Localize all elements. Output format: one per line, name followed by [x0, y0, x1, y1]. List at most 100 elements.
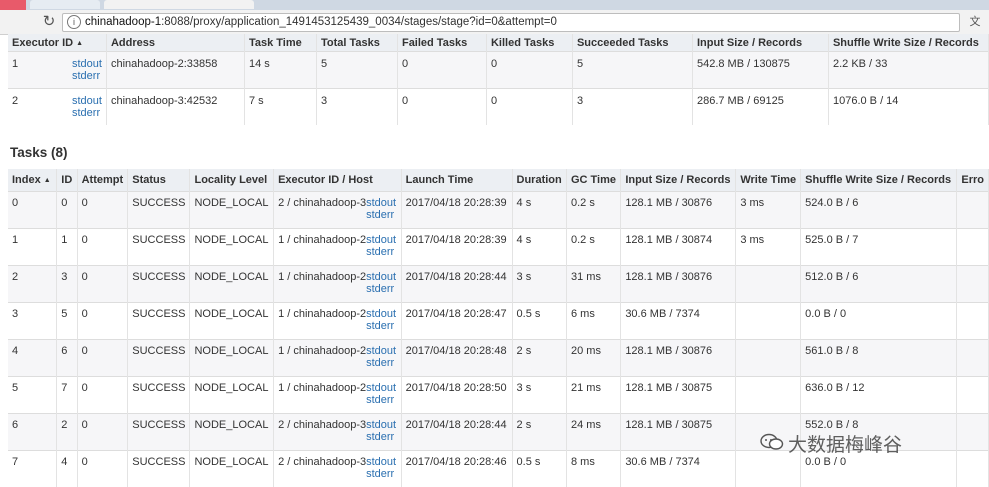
gc-time-cell: 8 ms: [566, 450, 622, 487]
killed-tasks-cell: 0: [486, 51, 573, 88]
column-header[interactable]: Killed Tasks: [486, 34, 573, 51]
input-size-cell: 286.7 MB / 69125: [692, 88, 829, 125]
column-header[interactable]: Total Tasks: [316, 34, 398, 51]
gc-time-cell: 20 ms: [566, 339, 622, 376]
column-header[interactable]: Executor ID / Host: [273, 169, 402, 191]
launch-time-cell: 2017/04/18 20:28:44: [401, 413, 513, 450]
stderr-link[interactable]: stderr: [366, 209, 396, 221]
errors-cell: [956, 413, 989, 450]
stdout-link[interactable]: stdout: [366, 234, 396, 246]
gc-time-cell: 6 ms: [566, 302, 622, 339]
task-id-cell: 0: [56, 191, 78, 228]
executor-summary-table: Executor ID ▲ Address Task Time Total Tas…: [8, 34, 989, 125]
input-size-cell: 128.1 MB / 30875: [620, 376, 737, 413]
attempt-cell: 0: [77, 450, 129, 487]
column-header[interactable]: Shuffle Write Size / Records: [828, 34, 989, 51]
browser-tab-active[interactable]: [104, 0, 254, 9]
stdout-link[interactable]: stdout: [366, 308, 396, 320]
executor-host-cell: 1 / chinahadoop-2 stdout stderr: [273, 376, 402, 413]
duration-cell: 4 s: [512, 228, 567, 265]
write-time-cell: [735, 339, 802, 376]
column-header[interactable]: Input Size / Records: [620, 169, 737, 191]
column-header[interactable]: Address: [106, 34, 245, 51]
task-row: 0 0 0 SUCCESS NODE_LOCAL 2 / chinahadoop-3 std…: [8, 191, 989, 228]
column-header[interactable]: Status: [127, 169, 191, 191]
status-cell: SUCCESS: [127, 265, 191, 302]
reload-icon[interactable]: ↻: [40, 13, 58, 31]
column-header[interactable]: Task Time: [244, 34, 317, 51]
browser-tab[interactable]: [30, 0, 100, 9]
input-size-cell: 128.1 MB / 30876: [620, 191, 737, 228]
write-time-cell: 3 ms: [735, 191, 802, 228]
browser-toolbar: ↻ i chinahadoop-1:8088/proxy/application…: [0, 10, 989, 35]
attempt-cell: 0: [77, 413, 129, 450]
column-header[interactable]: Failed Tasks: [397, 34, 487, 51]
locality-cell: NODE_LOCAL: [189, 265, 275, 302]
succeeded-tasks-cell: 5: [572, 51, 693, 88]
status-cell: SUCCESS: [127, 191, 191, 228]
column-header[interactable]: Shuffle Write Size / Records: [800, 169, 958, 191]
stderr-link[interactable]: stderr: [72, 107, 102, 119]
executor-host-cell: 2 / chinahadoop-3 stdout stderr: [273, 191, 402, 228]
address-cell: chinahadoop-3:42532: [106, 88, 245, 125]
write-time-cell: [735, 376, 802, 413]
address-bar[interactable]: i chinahadoop-1:8088/proxy/application_1…: [62, 13, 960, 32]
shuffle-write-cell: 512.0 B / 6: [800, 265, 958, 302]
stdout-link[interactable]: stdout: [366, 419, 396, 431]
stderr-link[interactable]: stderr: [366, 468, 396, 480]
executor-id: 2: [12, 94, 19, 107]
attempt-cell: 0: [77, 228, 129, 265]
info-icon[interactable]: i: [67, 15, 81, 29]
attempt-cell: 0: [77, 302, 129, 339]
gc-time-cell: 0.2 s: [566, 228, 622, 265]
executor-host-cell: 1 / chinahadoop-2 stdout stderr: [273, 228, 402, 265]
column-header[interactable]: Input Size / Records: [692, 34, 829, 51]
column-header[interactable]: ID: [56, 169, 78, 191]
stdout-link[interactable]: stdout: [366, 271, 396, 283]
stderr-link[interactable]: stderr: [72, 70, 102, 82]
task-row: 5 7 0 SUCCESS NODE_LOCAL 1 / chinahadoop-2 std…: [8, 376, 989, 413]
stderr-link[interactable]: stderr: [366, 246, 396, 258]
column-header[interactable]: Write Time: [735, 169, 802, 191]
column-header[interactable]: Duration: [512, 169, 567, 191]
column-header[interactable]: Locality Level: [189, 169, 275, 191]
column-header[interactable]: Succeeded Tasks: [572, 34, 693, 51]
stdout-link[interactable]: stdout: [366, 382, 396, 394]
stdout-link[interactable]: stdout: [72, 95, 102, 107]
task-row: 2 3 0 SUCCESS NODE_LOCAL 1 / chinahadoop-2 std…: [8, 265, 989, 302]
errors-cell: [956, 302, 989, 339]
stdout-link[interactable]: stdout: [366, 197, 396, 209]
duration-cell: 3 s: [512, 376, 567, 413]
stdout-link[interactable]: stdout: [72, 58, 102, 70]
stderr-link[interactable]: stderr: [366, 357, 396, 369]
launch-time-cell: 2017/04/18 20:28:48: [401, 339, 513, 376]
column-header[interactable]: Attempt: [77, 169, 129, 191]
stderr-link[interactable]: stderr: [366, 394, 396, 406]
input-size-cell: 128.1 MB / 30875: [620, 413, 737, 450]
table-header-row: Index ▲ ID Attempt Status Locality Level …: [8, 169, 989, 191]
write-time-cell: [735, 302, 802, 339]
stdout-link[interactable]: stdout: [366, 456, 396, 468]
column-header[interactable]: Launch Time: [401, 169, 513, 191]
shuffle-write-cell: 561.0 B / 8: [800, 339, 958, 376]
executor-row: 2 stdout stderr chinahadoop-3:42532 7 s30032…: [8, 88, 989, 125]
stderr-link[interactable]: stderr: [366, 431, 396, 443]
tasks-section-title[interactable]: Tasks (8): [10, 145, 68, 160]
task-id-cell: 3: [56, 265, 78, 302]
column-header[interactable]: Erro: [956, 169, 989, 191]
executor-host: 1 / chinahadoop-2: [278, 270, 367, 283]
sort-icon: ▲: [76, 40, 84, 47]
attempt-cell: 0: [77, 376, 129, 413]
stderr-link[interactable]: stderr: [366, 320, 396, 332]
input-size-cell: 128.1 MB / 30876: [620, 265, 737, 302]
column-header[interactable]: Executor ID ▲: [8, 34, 107, 51]
column-header[interactable]: Index ▲: [8, 169, 58, 191]
executor-host: 1 / chinahadoop-2: [278, 307, 367, 320]
stderr-link[interactable]: stderr: [366, 283, 396, 295]
column-header[interactable]: GC Time: [566, 169, 622, 191]
translate-icon[interactable]: 文: [968, 15, 982, 29]
task-id-cell: 1: [56, 228, 78, 265]
gc-time-cell: 21 ms: [566, 376, 622, 413]
executor-id-cell: 1 stdout stderr: [8, 51, 107, 88]
stdout-link[interactable]: stdout: [366, 345, 396, 357]
